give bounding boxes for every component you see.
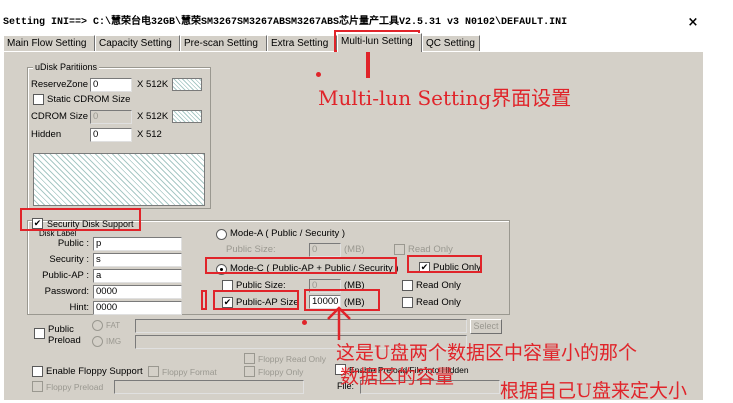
close-icon[interactable]: × (686, 16, 700, 30)
cdrom-size-field[interactable]: 0 (90, 110, 132, 124)
hidden-label: Hidden (31, 129, 62, 140)
check-icon: ✔ (420, 262, 429, 272)
enable-floppy-label: Enable Floppy Support (46, 366, 143, 377)
floppy-format-checkbox[interactable] (148, 366, 159, 377)
mode-a-unit: (MB) (344, 244, 365, 255)
annotation-dot-2 (302, 320, 307, 325)
floppy-read-only-checkbox[interactable] (244, 353, 255, 364)
static-cdrom-checkbox[interactable] (33, 94, 44, 105)
reserve-zone-field[interactable]: 0 (90, 78, 132, 92)
window-title: Setting INI==> C:\慧荣台电32GB\慧荣SM3267SM326… (0, 14, 705, 32)
reserve-zone-unit: X 512K (137, 79, 169, 90)
mode-a-radio[interactable] (216, 229, 227, 240)
cdrom-size-label: CDROM Size (31, 111, 89, 122)
tab-multi-lun-setting[interactable]: Multi-lun Setting (337, 33, 422, 52)
public-size-read-only-label: Read Only (416, 280, 461, 291)
annotation-note-line3: 根据自己U盘来定大小 (500, 380, 688, 402)
tab-qc-setting[interactable]: QC Setting (422, 35, 480, 52)
floppy-preload-checkbox[interactable] (32, 381, 43, 392)
security-disk-support-checkbox[interactable]: ✔ (32, 218, 43, 229)
floppy-preload-label: Floppy Preload (46, 382, 104, 392)
hidden-unit: X 512 (137, 129, 162, 140)
tab-capacity-setting[interactable]: Capacity Setting (95, 35, 180, 52)
public-ap-label-field[interactable]: a (93, 269, 182, 283)
check-icon: ✔ (223, 297, 232, 307)
hint-label: Hint: (69, 302, 89, 313)
disk-label-group-label: Disk Label (37, 229, 79, 238)
img-label: IMG (106, 337, 122, 346)
public-ap-size-checkbox[interactable]: ✔ (222, 297, 233, 308)
select-button[interactable]: Select (470, 319, 502, 334)
tab-main-flow-setting[interactable]: Main Flow Setting (3, 35, 95, 52)
tab-bar: Main Flow Setting Capacity Setting Pre-s… (3, 33, 703, 52)
partition-preview (33, 153, 205, 206)
annotation-dot (316, 72, 321, 77)
public-ap-read-only-label: Read Only (416, 297, 461, 308)
arrow-up-icon (327, 306, 351, 340)
mode-a-public-size-label: Public Size: (226, 244, 276, 255)
public-preload-checkbox[interactable] (34, 328, 45, 339)
arrow-stem-top (366, 52, 370, 78)
public-only-label: Public Only (433, 262, 482, 273)
cdrom-size-swatch (172, 110, 202, 123)
floppy-only-checkbox[interactable] (244, 366, 255, 377)
reserve-zone-label: ReserveZone (31, 79, 89, 90)
mode-a-public-size-field[interactable]: 0 (309, 243, 341, 257)
floppy-format-label: Floppy Format (162, 367, 217, 377)
annotation-note-line2: 数据区的容量 (340, 366, 455, 388)
fat-label: FAT (106, 321, 121, 330)
mode-a-read-only-label: Read Only (408, 244, 453, 255)
hint-field[interactable]: 0000 (93, 301, 182, 315)
public-only-checkbox[interactable]: ✔ (419, 262, 430, 273)
public-size-label: Public Size: (236, 280, 286, 291)
floppy-preload-path-field[interactable] (114, 380, 304, 394)
public-ap-read-only-checkbox[interactable] (402, 297, 413, 308)
reserve-zone-swatch (172, 78, 202, 91)
preload-path-field[interactable] (135, 319, 467, 333)
mode-c-radio[interactable] (216, 264, 227, 275)
hidden-size-field[interactable]: 0 (90, 128, 132, 142)
static-cdrom-label: Static CDROM Size (47, 94, 131, 105)
floppy-read-only-label: Floppy Read Only (258, 354, 327, 364)
public-size-checkbox[interactable] (222, 280, 233, 291)
mode-a-label: Mode-A ( Public / Security ) (230, 228, 346, 239)
check-icon: ✔ (33, 218, 42, 228)
public-size-unit: (MB) (344, 280, 365, 291)
security-label-field[interactable]: s (93, 253, 182, 267)
cdrom-size-unit: X 512K (137, 111, 169, 122)
fat-radio[interactable] (92, 320, 103, 331)
public-size-read-only-checkbox[interactable] (402, 280, 413, 291)
img-radio[interactable] (92, 336, 103, 347)
public-ap-size-label: Public-AP Size (236, 297, 299, 308)
annotation-heading: Multi-lun Setting界面设置 (318, 86, 572, 110)
tab-pre-scan-setting[interactable]: Pre-scan Setting (180, 35, 267, 52)
public-ap-label: Public-AP : (42, 270, 89, 281)
mode-c-label: Mode-C ( Public-AP + Public / Security ) (230, 263, 399, 274)
mode-a-read-only-checkbox[interactable] (394, 244, 405, 255)
enable-floppy-checkbox[interactable] (32, 366, 43, 377)
floppy-only-label: Floppy Only (258, 367, 304, 377)
password-field[interactable]: 0000 (93, 285, 182, 299)
password-label: Password: (44, 286, 89, 297)
public-label: Public : (57, 238, 89, 249)
udisk-partitions-label: uDisk Paritiions (33, 62, 100, 72)
public-size-field[interactable]: 0 (309, 279, 341, 293)
public-preload-label: Public Preload (48, 324, 81, 346)
security-label: Security : (49, 254, 89, 265)
tab-extra-setting[interactable]: Extra Setting (267, 35, 337, 52)
public-label-field[interactable]: p (93, 237, 182, 251)
annotation-note-line1: 这是U盘两个数据区中容量小的那个 (336, 342, 638, 364)
